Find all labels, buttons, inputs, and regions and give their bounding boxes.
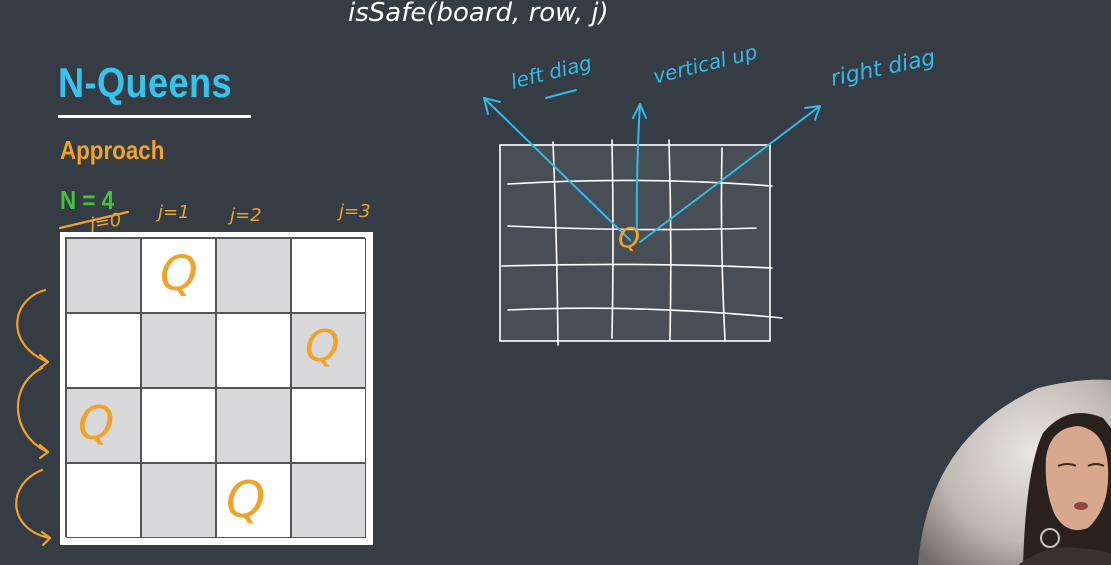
center-queen: Q <box>618 221 641 254</box>
slide-subtitle: Approach <box>60 135 165 165</box>
board-cell <box>216 313 291 388</box>
direction-arrows <box>483 89 821 243</box>
presenter-webcam <box>918 378 1111 565</box>
board-cell <box>141 313 216 388</box>
queen-row-2: Q <box>78 396 115 450</box>
board-grid <box>65 237 366 538</box>
diagram-grid-lines <box>501 139 783 346</box>
board-cell <box>141 463 216 538</box>
board-cell <box>291 388 366 463</box>
board-cell <box>291 463 366 538</box>
slide-title: N-Queens <box>58 59 233 106</box>
board-cell <box>66 313 141 388</box>
board-cell <box>291 238 366 313</box>
title-underline <box>58 115 251 118</box>
column-label-2: j=2 <box>230 205 262 226</box>
vertical-up-label: vertical up <box>650 39 760 89</box>
queen-row-3: Q <box>226 471 266 529</box>
board-cell <box>216 238 291 313</box>
board-cell <box>141 388 216 463</box>
board-cell <box>216 388 291 463</box>
board-cell <box>66 463 141 538</box>
right-diag-label: right diag <box>828 45 938 92</box>
column-label-3: j=3 <box>339 201 371 222</box>
left-diag-label: left diag <box>508 50 594 94</box>
function-call-annotation: isSafe(board, row, j) <box>348 0 609 28</box>
presenter-image <box>918 379 1111 565</box>
queen-row-0: Q <box>160 246 198 302</box>
chess-board <box>60 232 373 545</box>
queen-row-1: Q <box>305 321 340 372</box>
column-label-1: j=1 <box>158 202 190 223</box>
n-value-label: N = 4 <box>60 185 115 215</box>
board-cell <box>66 238 141 313</box>
